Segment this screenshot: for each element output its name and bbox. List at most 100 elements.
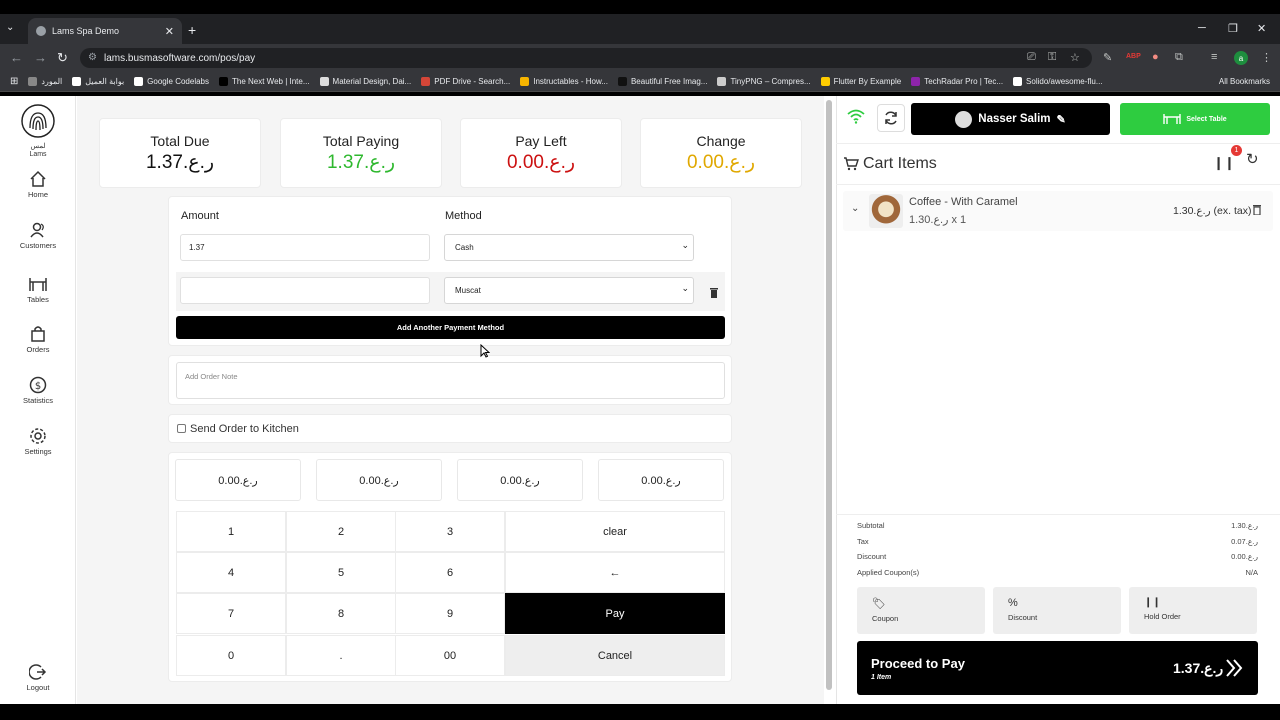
- key-6[interactable]: 6: [395, 552, 505, 593]
- summary-label: Discount: [857, 552, 887, 561]
- send-to-kitchen-row[interactable]: Send Order to Kitchen: [168, 414, 732, 443]
- media-icon[interactable]: ≡: [1211, 51, 1217, 63]
- cart-icon: [844, 157, 859, 171]
- profile-avatar[interactable]: a: [1234, 51, 1248, 65]
- key-1[interactable]: 1: [176, 511, 286, 552]
- address-bar[interactable]: ⚙ lams.busmasoftware.com/pos/pay: [80, 48, 1092, 68]
- minimize-icon[interactable]: ─: [1198, 22, 1206, 34]
- key-5[interactable]: 5: [286, 552, 396, 593]
- pay-button[interactable]: Pay: [505, 593, 725, 634]
- apps-icon[interactable]: ⊞: [10, 76, 18, 87]
- quick-amount-button[interactable]: 0.00.ر.ع: [598, 459, 724, 501]
- proceed-count: 1 Item: [871, 674, 892, 681]
- select-table-button[interactable]: Select Table: [1120, 103, 1270, 135]
- bookmark-item[interactable]: بوابة العميل: [72, 77, 124, 86]
- key-7[interactable]: 7: [176, 593, 286, 634]
- sidebar-item-settings[interactable]: Settings: [0, 427, 76, 456]
- menu-icon[interactable]: ⋮: [1261, 51, 1272, 64]
- bookmark-favicon-icon: [617, 77, 627, 86]
- site-info-icon[interactable]: ⚙: [88, 52, 97, 63]
- coupon-button[interactable]: 🏷 Coupon: [857, 587, 985, 634]
- discount-button[interactable]: % Discount: [993, 587, 1121, 634]
- key-8[interactable]: 8: [286, 593, 396, 634]
- key-9[interactable]: 9: [395, 593, 505, 634]
- change-value: 0.00.ر.ع: [686, 152, 756, 173]
- summary-value: 0.00.ر.ع: [1231, 552, 1258, 561]
- sync-button[interactable]: [877, 104, 905, 132]
- method-select-value: Cash: [455, 243, 474, 252]
- maximize-icon[interactable]: ❐: [1228, 22, 1238, 35]
- cart-item-name: Coffee - With Caramel: [909, 196, 1018, 208]
- bookmark-item[interactable]: Flutter By Example: [820, 77, 901, 86]
- quick-amount-button[interactable]: 0.00.ر.ع: [175, 459, 301, 501]
- delete-payment-button[interactable]: [709, 285, 719, 303]
- logout-button[interactable]: Logout: [0, 663, 76, 692]
- bookmark-favicon-icon: [134, 77, 144, 86]
- key-00[interactable]: 00: [395, 635, 505, 676]
- forward-icon[interactable]: →: [34, 50, 47, 65]
- key-icon[interactable]: ⚿: [1048, 51, 1056, 64]
- bookmark-star-icon[interactable]: ☆: [1070, 51, 1080, 64]
- select-table-label: Select Table: [1186, 115, 1227, 123]
- window-close-icon[interactable]: ✕: [1257, 22, 1266, 35]
- sidebar-item-customers[interactable]: Customers: [0, 221, 76, 250]
- new-tab-button[interactable]: +: [188, 22, 196, 38]
- method-select-2[interactable]: Muscat ⌄: [444, 277, 694, 304]
- amount-input-2[interactable]: [180, 277, 430, 304]
- logo[interactable]: لمس Lams: [18, 104, 58, 158]
- tab-search-icon[interactable]: ⌄: [6, 22, 14, 33]
- bookmark-item[interactable]: Instructables - How...: [520, 77, 608, 86]
- bookmark-item[interactable]: المورد: [28, 77, 62, 86]
- close-tab-icon[interactable]: ✕: [165, 25, 174, 38]
- bookmark-item[interactable]: PDF Drive - Search...: [421, 77, 510, 86]
- reload-icon[interactable]: ↻: [57, 50, 68, 66]
- quick-amount-button[interactable]: 0.00.ر.ع: [457, 459, 583, 501]
- sidebar-item-orders[interactable]: Orders: [0, 325, 76, 354]
- key-3[interactable]: 3: [395, 511, 505, 552]
- favicon-icon: [36, 26, 46, 36]
- hold-order-button[interactable]: ❙❙ Hold Order: [1129, 587, 1257, 634]
- cancel-button[interactable]: Cancel: [505, 635, 725, 676]
- clear-button[interactable]: clear: [505, 511, 725, 552]
- puzzle-icon[interactable]: ⧉: [1175, 51, 1183, 64]
- key-dot[interactable]: .: [286, 635, 396, 676]
- key-0[interactable]: 0: [176, 635, 286, 676]
- browser-tab[interactable]: Lams Spa Demo ✕: [28, 18, 182, 44]
- quick-amount-button[interactable]: 0.00.ر.ع: [316, 459, 442, 501]
- sidebar-item-label: Tables: [27, 295, 49, 304]
- sidebar-item-tables[interactable]: Tables: [0, 275, 76, 304]
- backspace-button[interactable]: ←: [505, 552, 725, 593]
- scrollbar[interactable]: [826, 100, 832, 690]
- bookmark-item[interactable]: Solido/awesome-flu...: [1013, 77, 1103, 86]
- remove-item-button[interactable]: [1252, 204, 1262, 218]
- all-bookmarks[interactable]: All Bookmarks: [1219, 77, 1280, 86]
- sidebar-item-home[interactable]: Home: [0, 170, 76, 199]
- extension-icon[interactable]: ●: [1152, 51, 1159, 63]
- method-select-value: Muscat: [455, 286, 481, 295]
- pen-extension-icon[interactable]: ✎: [1103, 51, 1112, 64]
- back-icon[interactable]: ←: [10, 50, 23, 65]
- bookmark-item[interactable]: Google Codelabs: [134, 77, 209, 86]
- proceed-to-pay-button[interactable]: Proceed to Pay 1 Item 1.37.ر.ع: [857, 641, 1258, 695]
- add-payment-method-button[interactable]: Add Another Payment Method: [176, 316, 725, 339]
- bookmark-item[interactable]: Material Design, Dai...: [319, 77, 412, 86]
- order-note-input[interactable]: Add Order Note: [176, 362, 725, 399]
- bookmark-item[interactable]: The Next Web | Inte...: [219, 77, 310, 86]
- expand-chevron-icon[interactable]: ⌄: [851, 203, 859, 214]
- method-select[interactable]: Cash ⌄: [444, 234, 694, 261]
- sidebar-item-statistics[interactable]: $ Statistics: [0, 376, 76, 405]
- send-to-kitchen-checkbox[interactable]: [177, 424, 186, 433]
- key-4[interactable]: 4: [176, 552, 286, 593]
- adblock-icon[interactable]: ABP: [1126, 53, 1141, 60]
- reset-cart-icon[interactable]: ↻: [1246, 150, 1259, 168]
- bookmark-label: Material Design, Dai...: [332, 77, 412, 86]
- bookmark-item[interactable]: Beautiful Free Imag...: [617, 77, 707, 86]
- user-button[interactable]: Nasser Salim ✎: [911, 103, 1110, 135]
- install-icon[interactable]: ⎚: [1027, 51, 1036, 64]
- key-2[interactable]: 2: [286, 511, 396, 552]
- bookmark-item[interactable]: TechRadar Pro | Tec...: [911, 77, 1003, 86]
- bookmark-label: PDF Drive - Search...: [434, 77, 511, 86]
- pay-left-card: Pay Left 0.00.ر.ع: [460, 118, 622, 188]
- amount-input[interactable]: 1.37: [180, 234, 430, 261]
- bookmark-item[interactable]: TinyPNG – Compres...: [717, 77, 811, 86]
